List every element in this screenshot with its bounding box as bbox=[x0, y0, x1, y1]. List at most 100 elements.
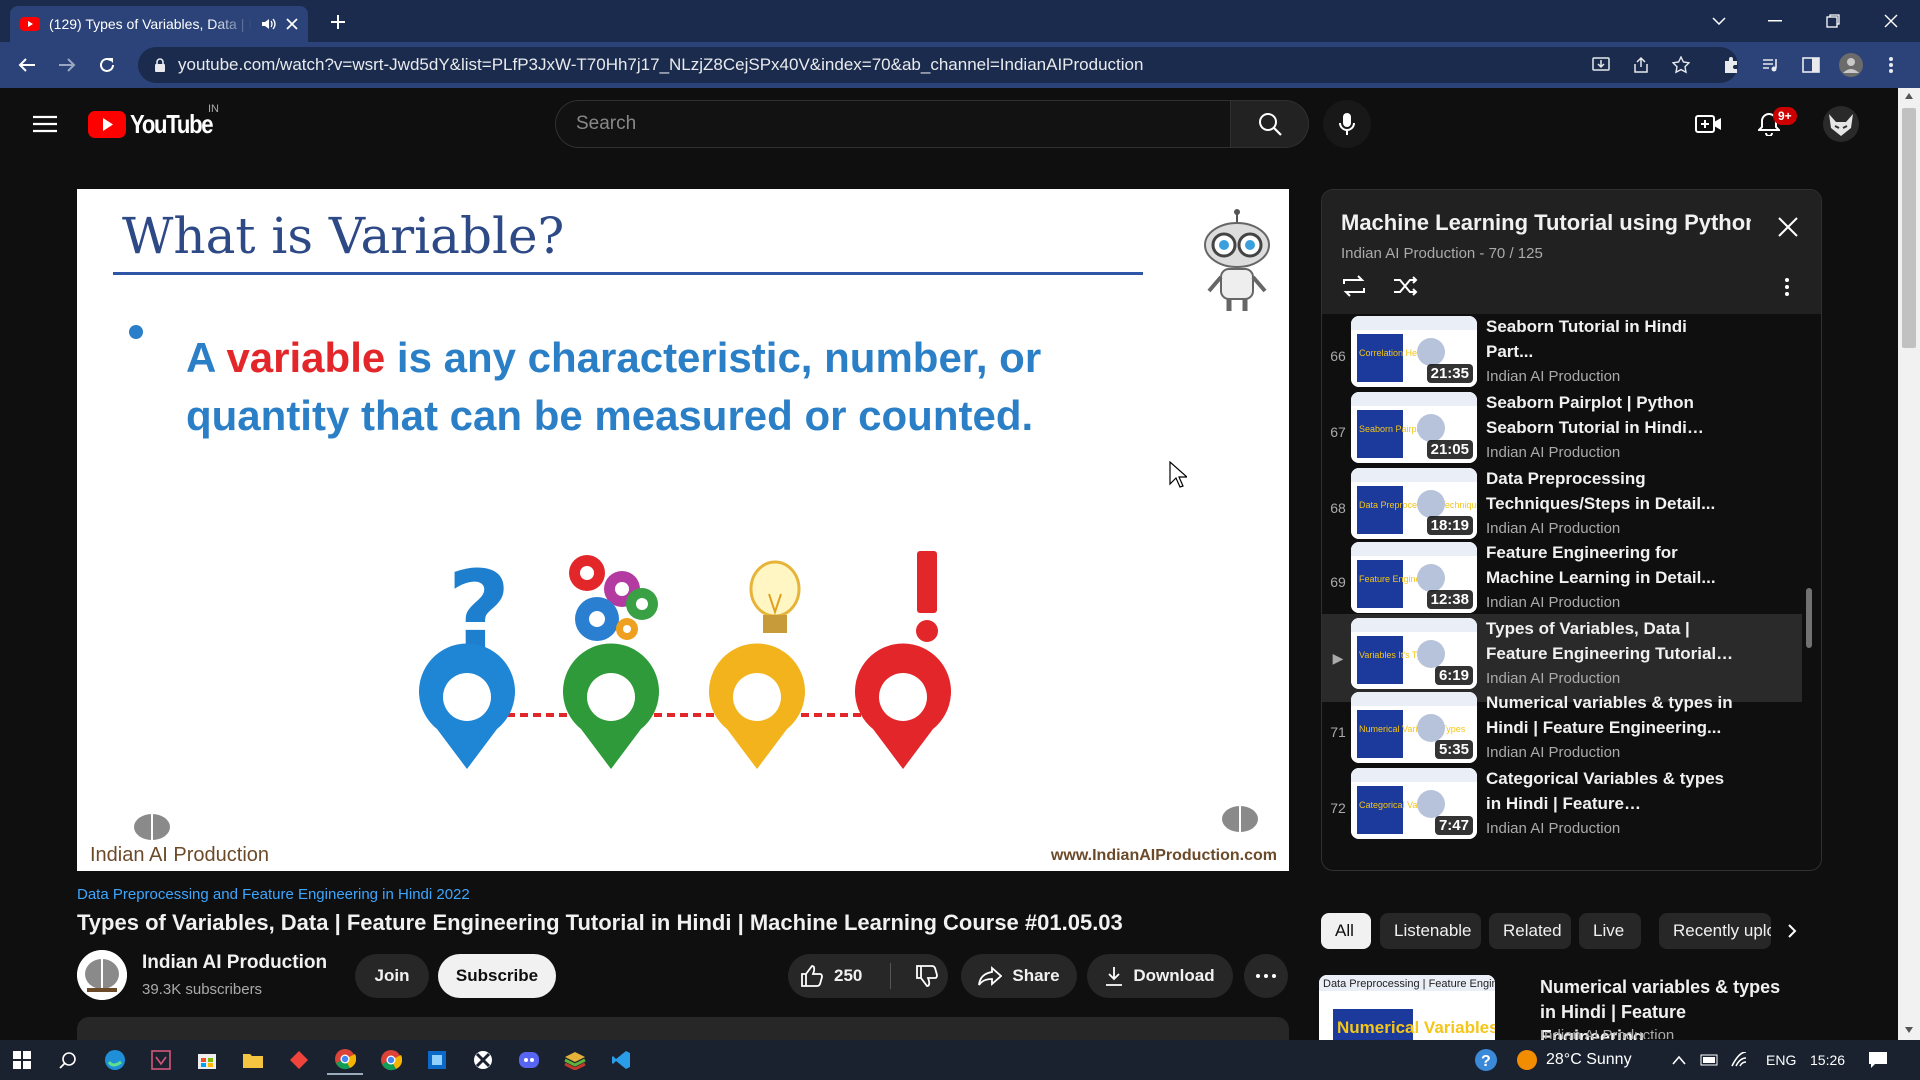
playlist-scrollbar[interactable] bbox=[1806, 588, 1812, 648]
weather-widget[interactable]: 28°C Sunny bbox=[1516, 1040, 1632, 1080]
filter-chip[interactable]: Related bbox=[1489, 913, 1571, 949]
playlist-item-thumbnail[interactable]: Correlation Heatmap 21:35 bbox=[1351, 316, 1477, 387]
recommendation-thumbnail[interactable]: Data Preprocessing | Feature Engineering… bbox=[1319, 975, 1495, 1041]
browser-tab-strip: (129) Types of Variables, Data | Feature… bbox=[0, 0, 1920, 42]
reload-icon[interactable] bbox=[92, 50, 122, 80]
language-indicator[interactable]: ENG bbox=[1766, 1040, 1796, 1080]
playlist-item-thumbnail[interactable]: Numerical Variables Types 5:35 bbox=[1351, 692, 1477, 763]
layers-app-icon[interactable] bbox=[557, 1045, 593, 1075]
playlist-item-thumbnail[interactable]: Seaborn Pairplot 21:05 bbox=[1351, 392, 1477, 463]
playlist-item[interactable]: 67 Seaborn Pairplot 21:05 Seaborn Pairplot … bbox=[1322, 388, 1802, 476]
video-player[interactable]: What is Variable? A variable is any char… bbox=[77, 189, 1289, 871]
battery-icon[interactable] bbox=[1700, 1040, 1720, 1080]
chips-next-arrow-icon[interactable] bbox=[1780, 918, 1804, 944]
tab-title: (129) Types of Variables, Data | Feature… bbox=[49, 16, 252, 32]
vscode-icon[interactable] bbox=[603, 1045, 639, 1075]
scroll-down-arrow-icon[interactable] bbox=[1904, 1026, 1914, 1034]
close-tab-icon[interactable] bbox=[286, 18, 298, 30]
like-button[interactable]: 250 bbox=[800, 965, 862, 987]
download-button[interactable]: Download bbox=[1087, 954, 1233, 998]
forward-arrow-icon[interactable] bbox=[52, 50, 82, 80]
scrollbar-thumb[interactable] bbox=[1902, 108, 1916, 348]
windows-start-icon[interactable] bbox=[4, 1045, 40, 1075]
playlist-menu-icon[interactable] bbox=[1785, 278, 1789, 296]
clock[interactable]: 15:26 bbox=[1810, 1040, 1845, 1080]
youtube-favicon-icon bbox=[20, 17, 40, 31]
download-icon bbox=[1105, 966, 1123, 986]
chrome-taskbar-icon[interactable] bbox=[327, 1045, 363, 1075]
profile-avatar-icon[interactable] bbox=[1836, 50, 1866, 80]
help-tray-icon[interactable]: ? bbox=[1474, 1040, 1498, 1080]
playlist-title[interactable]: Machine Learning Tutorial using Python bbox=[1341, 210, 1751, 236]
channel-avatar[interactable] bbox=[77, 950, 127, 1000]
tab-search-icon[interactable] bbox=[1692, 0, 1746, 42]
extensions-icon[interactable] bbox=[1716, 50, 1746, 80]
join-button[interactable]: Join bbox=[355, 954, 429, 998]
new-tab-button[interactable] bbox=[322, 6, 354, 38]
slide-bullet bbox=[129, 325, 143, 339]
loop-icon[interactable] bbox=[1340, 274, 1368, 298]
chrome-menu-icon[interactable] bbox=[1876, 50, 1906, 80]
more-actions-button[interactable] bbox=[1244, 954, 1288, 998]
search-input[interactable]: Search bbox=[555, 100, 1231, 148]
playlist-link[interactable]: Data Preprocessing and Feature Engineeri… bbox=[77, 886, 470, 903]
playlist-item-title: Types of Variables, Data | Feature Engin… bbox=[1486, 619, 1717, 663]
minimize-button[interactable] bbox=[1748, 0, 1802, 42]
anydesk-icon[interactable] bbox=[281, 1045, 317, 1075]
subscribe-button[interactable]: Subscribe bbox=[438, 954, 556, 998]
audio-playing-icon[interactable] bbox=[261, 17, 277, 31]
notification-center-icon[interactable] bbox=[1868, 1040, 1888, 1080]
side-panel-icon[interactable] bbox=[1796, 50, 1826, 80]
playlist-item[interactable]: 69 Feature Engineering 12:38 Feature Engine… bbox=[1322, 538, 1802, 626]
lock-icon[interactable] bbox=[154, 58, 166, 72]
playlist-item-thumbnail[interactable]: Data Preprocessing Techniques18:19 bbox=[1351, 468, 1477, 539]
close-playlist-icon[interactable] bbox=[1777, 216, 1799, 238]
discord-icon[interactable] bbox=[511, 1045, 547, 1075]
wifi-icon[interactable] bbox=[1730, 1040, 1748, 1080]
filter-chip[interactable]: Listenable bbox=[1380, 913, 1481, 949]
voice-search-button[interactable] bbox=[1323, 100, 1371, 148]
filter-chip[interactable]: Recently uploaded bbox=[1659, 913, 1771, 949]
shuffle-icon[interactable] bbox=[1392, 274, 1420, 298]
youtube-logo[interactable]: YouTube IN bbox=[88, 103, 227, 140]
xbox-icon[interactable] bbox=[465, 1045, 501, 1075]
restore-button[interactable] bbox=[1806, 0, 1860, 42]
playlist-item[interactable]: 72 Categorical Variables 7:47 Categorical V… bbox=[1322, 764, 1802, 852]
filter-chip[interactable]: Live bbox=[1579, 913, 1641, 949]
playlist-item-duration: 21:05 bbox=[1426, 440, 1473, 459]
playlist-item[interactable]: 71 Numerical Variables Types 5:35 Numerical… bbox=[1322, 688, 1802, 776]
channel-name[interactable]: Indian AI Production bbox=[142, 952, 327, 974]
blue-app-icon[interactable] bbox=[419, 1045, 455, 1075]
create-video-icon[interactable] bbox=[1691, 106, 1727, 142]
microsoft-store-icon[interactable] bbox=[189, 1045, 225, 1075]
address-bar[interactable]: youtube.com/watch?v=wsrt-Jwd5dY&list=PLf… bbox=[138, 47, 1738, 83]
filter-chip[interactable]: All bbox=[1321, 913, 1371, 949]
share-page-icon[interactable] bbox=[1626, 50, 1656, 80]
share-button[interactable]: Share bbox=[961, 954, 1077, 998]
page-scrollbar[interactable] bbox=[1898, 88, 1920, 1040]
playlist-item-thumbnail[interactable]: Variables It's Type 6:19 bbox=[1351, 618, 1477, 689]
recommendation-channel[interactable]: Indian AI Production bbox=[1540, 1027, 1674, 1039]
browser-tab[interactable]: (129) Types of Variables, Data | Feature… bbox=[10, 6, 308, 42]
media-control-icon[interactable] bbox=[1756, 50, 1786, 80]
playlist-item-duration: 7:47 bbox=[1434, 816, 1473, 835]
edge-browser-icon[interactable] bbox=[97, 1045, 133, 1075]
scroll-up-arrow-icon[interactable] bbox=[1904, 92, 1914, 100]
dislike-button[interactable] bbox=[915, 965, 939, 987]
playlist-item[interactable]: 66 Correlation Heatmap 21:35 Seaborn Tutori… bbox=[1322, 312, 1802, 400]
back-arrow-icon[interactable] bbox=[12, 50, 42, 80]
bookmark-star-icon[interactable] bbox=[1666, 50, 1696, 80]
playlist-item-channel: Indian AI Production bbox=[1486, 444, 1621, 461]
taskbar-search-icon[interactable] bbox=[50, 1045, 86, 1075]
vpn-app-icon[interactable] bbox=[143, 1045, 179, 1075]
playlist-item-thumbnail[interactable]: Categorical Variables 7:47 bbox=[1351, 768, 1477, 839]
account-avatar-icon[interactable] bbox=[1823, 106, 1859, 142]
chrome-profile-icon[interactable] bbox=[373, 1045, 409, 1075]
search-button[interactable] bbox=[1231, 100, 1309, 148]
install-app-icon[interactable] bbox=[1586, 50, 1616, 80]
hamburger-menu-icon[interactable] bbox=[27, 106, 63, 142]
file-explorer-icon[interactable] bbox=[235, 1045, 271, 1075]
show-hidden-icons[interactable] bbox=[1672, 1040, 1686, 1080]
close-window-button[interactable] bbox=[1864, 0, 1918, 42]
playlist-item-thumbnail[interactable]: Feature Engineering 12:38 bbox=[1351, 542, 1477, 613]
